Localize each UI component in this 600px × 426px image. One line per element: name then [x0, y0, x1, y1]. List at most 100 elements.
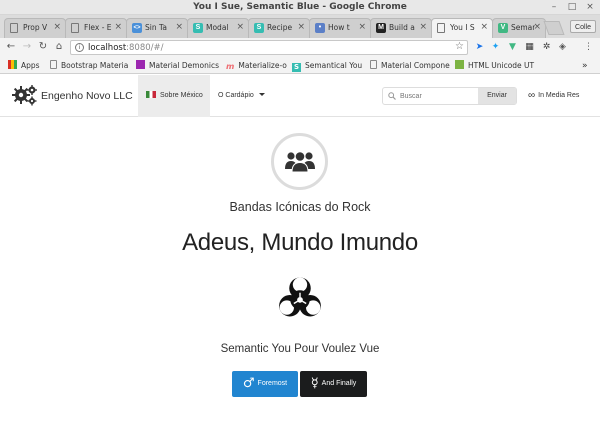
- home-icon[interactable]: ⌂: [53, 41, 65, 53]
- address-bar[interactable]: i localhost:8080/#/ ☆: [70, 40, 468, 55]
- close-tab-icon[interactable]: ×: [533, 22, 541, 32]
- bookmarks-overflow-button[interactable]: »: [582, 60, 588, 72]
- browser-tab[interactable]: Flex - E ×: [65, 18, 127, 38]
- page-headline: Adeus, Mundo Imundo: [182, 229, 418, 256]
- bookmark-item[interactable]: HTML Unicode UT: [455, 60, 534, 72]
- and-finally-button[interactable]: ☿ And Finally: [300, 371, 367, 397]
- semantic-ui-icon: S: [193, 23, 203, 33]
- nav-dropdown-cardapio[interactable]: O Cardápio: [212, 75, 265, 117]
- bookmark-label: Apps: [21, 61, 40, 70]
- button-label: And Finally: [321, 380, 357, 387]
- tab-label: Sin Ta: [145, 23, 167, 32]
- tab-label: How t: [328, 23, 350, 32]
- mars-icon: ♂: [242, 376, 255, 391]
- gears-icon: [12, 85, 37, 106]
- close-tab-icon[interactable]: ×: [114, 22, 122, 32]
- reload-icon[interactable]: ↻: [37, 41, 49, 53]
- browser-tab[interactable]: S Recipe ×: [248, 18, 310, 38]
- bookmarks-bar: Apps Bootstrap Materia Material Demonics…: [0, 57, 600, 74]
- tab-label: You I S: [450, 23, 475, 32]
- biohazard-icon: [279, 277, 321, 317]
- extension-arrow-icon[interactable]: ➤: [474, 42, 485, 53]
- back-arrow-icon[interactable]: ←: [5, 41, 17, 53]
- search-icon: [388, 92, 396, 100]
- semantic-ui-icon: S: [254, 23, 264, 33]
- bookmark-star-icon[interactable]: ☆: [455, 41, 464, 52]
- document-icon: [71, 23, 79, 33]
- puzzle-extension-icon[interactable]: ◈: [557, 42, 568, 53]
- bookmark-item[interactable]: Material Demonics: [136, 60, 219, 72]
- close-window-button[interactable]: ×: [584, 1, 596, 13]
- url-text[interactable]: localhost:8080/#/: [88, 43, 164, 53]
- search-submit-button[interactable]: Enviar: [478, 88, 516, 104]
- close-tab-icon[interactable]: ×: [480, 22, 488, 32]
- subtitle: Bandas Icónicas do Rock: [229, 200, 371, 214]
- material-demonics-icon: [136, 60, 145, 69]
- tagline: Semantic You Pour Voulez Vue: [220, 343, 380, 355]
- menu-icon[interactable]: ⋮: [583, 42, 594, 53]
- window-title: You I Sue, Semantic Blue - Google Chrome: [193, 2, 407, 12]
- new-tab-button[interactable]: [543, 21, 565, 35]
- site-icon: •: [315, 23, 325, 33]
- close-tab-icon[interactable]: ×: [419, 22, 427, 32]
- foremost-button[interactable]: ♂ Foremost: [232, 371, 298, 397]
- bookmark-item[interactable]: Apps: [8, 60, 40, 72]
- bookmark-label: Bootstrap Materia: [61, 61, 129, 70]
- settings-extension-icon[interactable]: ✲: [541, 42, 552, 53]
- bookmark-item[interactable]: m Materialize-o: [226, 60, 287, 72]
- vue-devtools-icon[interactable]: ▼: [507, 42, 518, 53]
- browser-tab-active[interactable]: You I S ×: [431, 18, 493, 38]
- browser-tab[interactable]: <> Sin Ta ×: [126, 18, 188, 38]
- browser-tab[interactable]: S Modal ×: [187, 18, 249, 38]
- search-input[interactable]: [400, 88, 480, 104]
- bookmark-label: Material Demonics: [149, 61, 220, 70]
- brand-name: Engenho Novo LLC: [41, 90, 133, 102]
- forward-arrow-icon[interactable]: →: [21, 41, 33, 53]
- toolbar: ← → ↻ ⌂ i localhost:8080/#/ ☆ ➤ ✦ ▼ ▦ ✲ …: [0, 38, 600, 57]
- bookmark-item[interactable]: S Semantical You: [292, 60, 362, 72]
- browser-tab[interactable]: Prop V ×: [4, 18, 66, 38]
- tab-label: Modal: [206, 23, 229, 32]
- browser-tab[interactable]: M Build a ×: [370, 18, 432, 38]
- tab-label: Flex - E: [84, 23, 112, 32]
- url-path: :8080/#/: [126, 43, 164, 53]
- nav-item-label: Sobre México: [160, 92, 203, 99]
- close-tab-icon[interactable]: ×: [175, 22, 183, 32]
- bookmark-item[interactable]: Material Compone: [370, 60, 450, 72]
- bookmark-label: Materialize-o: [238, 61, 287, 70]
- close-tab-icon[interactable]: ×: [53, 22, 61, 32]
- nav-item-label: O Cardápio: [218, 92, 254, 99]
- info-icon[interactable]: i: [75, 43, 84, 52]
- nav-item-sobre-mexico[interactable]: Sobre México: [138, 75, 210, 117]
- document-icon: [437, 23, 445, 33]
- caret-down-icon: [258, 93, 265, 96]
- document-icon: [50, 60, 57, 69]
- maximize-button[interactable]: □: [566, 1, 578, 13]
- semantic-ui-icon: S: [292, 63, 301, 72]
- mercury-icon: ☿: [310, 376, 319, 391]
- document-icon: [370, 60, 377, 69]
- button-label: Foremost: [257, 380, 288, 387]
- link-label: In Media Res: [538, 92, 580, 99]
- tab-strip: Prop V × Flex - E × <> Sin Ta × S Modal …: [0, 15, 600, 38]
- minimize-button[interactable]: –: [548, 1, 560, 13]
- bookmark-item[interactable]: Bootstrap Materia: [50, 60, 128, 72]
- close-tab-icon[interactable]: ×: [358, 22, 366, 32]
- grid-extension-icon[interactable]: ▦: [524, 42, 535, 53]
- window-titlebar: You I Sue, Semantic Blue - Google Chrome…: [0, 0, 600, 15]
- bookmark-label: HTML Unicode UT: [468, 61, 535, 70]
- close-tab-icon[interactable]: ×: [297, 22, 305, 32]
- search-form: Enviar: [382, 87, 517, 105]
- twitter-icon[interactable]: ✦: [490, 42, 501, 53]
- code-icon: <>: [132, 23, 142, 33]
- document-icon: [10, 23, 18, 33]
- materialize-icon: m: [226, 62, 235, 71]
- profile-button[interactable]: Colle: [570, 20, 596, 33]
- in-media-res-link[interactable]: ∞ In Media Res: [528, 87, 579, 105]
- browser-tab[interactable]: V Seman ×: [492, 18, 546, 38]
- close-tab-icon[interactable]: ×: [236, 22, 244, 32]
- unicode-icon: [455, 60, 464, 69]
- url-host: localhost: [88, 43, 127, 53]
- app-navbar: Engenho Novo LLC Sobre México O Cardápio…: [0, 75, 600, 117]
- browser-tab[interactable]: • How t ×: [309, 18, 371, 38]
